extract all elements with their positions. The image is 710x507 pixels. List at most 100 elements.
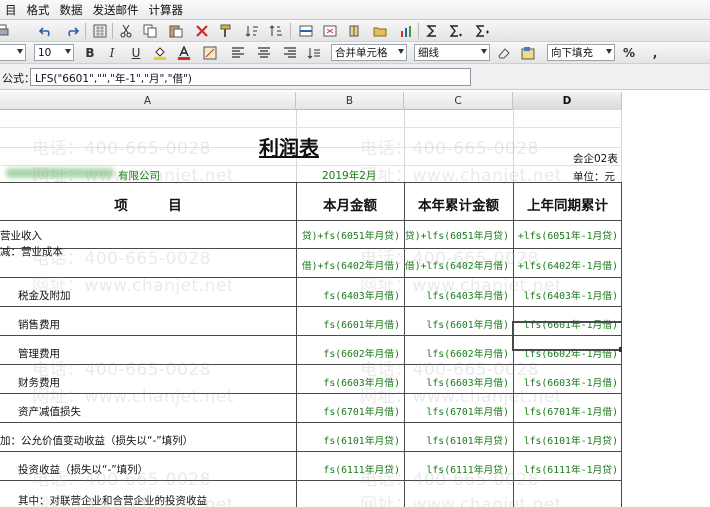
- copy-icon[interactable]: [142, 23, 158, 39]
- font-size-select[interactable]: 10: [34, 44, 74, 61]
- format-toolbar: 10 B I U 合并单元格 细线 向下填充 % ,: [0, 42, 710, 64]
- header-current-month: 本月金额: [323, 198, 377, 214]
- menu-item-data[interactable]: 数据: [55, 0, 88, 20]
- unit-label: 单位：元: [573, 171, 615, 183]
- row-month-formula[interactable]: fs(6601年月借): [296, 317, 400, 331]
- row-item: 营业收入: [0, 230, 42, 242]
- cell-style-icon[interactable]: [202, 45, 218, 61]
- row-month-formula[interactable]: fs(6101年月贷): [296, 433, 400, 447]
- align-left-icon[interactable]: [230, 45, 246, 61]
- folder-icon[interactable]: [372, 23, 388, 39]
- row-month-formula[interactable]: fs(6403年月借): [296, 288, 400, 302]
- fill-down-select[interactable]: 向下填充: [547, 44, 615, 61]
- row-item: 其中：对联营企业和合营企业的投资收益: [18, 495, 207, 507]
- font-size-value: 10: [38, 46, 52, 59]
- menu-item-calculator[interactable]: 计算器: [144, 0, 189, 20]
- delete-row-icon[interactable]: [322, 23, 338, 39]
- company-name-redaction: [6, 168, 114, 178]
- sort-icon[interactable]: [244, 23, 260, 39]
- row-ytd-formula[interactable]: 借)+lfs(6402年月借): [404, 258, 509, 272]
- selected-cell[interactable]: [512, 321, 623, 351]
- row-month-formula[interactable]: 贷)+fs(6051年月贷): [296, 228, 400, 242]
- row-prior-formula[interactable]: lfs(6403年-1月借): [513, 288, 618, 302]
- merge-cells-select[interactable]: 合并单元格: [331, 44, 407, 61]
- delete-icon[interactable]: [194, 23, 210, 39]
- row-item: 销售费用: [18, 319, 60, 331]
- row-ytd-formula[interactable]: lfs(6111年月贷): [404, 462, 509, 476]
- merge-cells-label: 合并单元格: [335, 47, 388, 59]
- print-icon[interactable]: [0, 23, 10, 39]
- row-item: 税金及附加: [18, 290, 71, 302]
- bold-icon[interactable]: B: [82, 45, 98, 61]
- calculate-icon[interactable]: [92, 23, 108, 39]
- column-header-b[interactable]: B: [296, 92, 404, 110]
- header-year-to-date: 本年累计金额: [418, 198, 499, 214]
- spreadsheet-grid[interactable]: A B C D 利润表 会企02表 单位：元 有限公司 2019年2月 项 目 …: [0, 92, 624, 507]
- cell-format-icon[interactable]: [520, 45, 536, 61]
- row-item: 财务费用: [18, 377, 60, 389]
- percent-button[interactable]: %: [621, 45, 637, 61]
- undo-icon[interactable]: [38, 23, 54, 39]
- menu-bar: 目 格式 数据 发送邮件 计算器: [0, 0, 710, 20]
- row-month-formula[interactable]: fs(6603年月借): [296, 375, 400, 389]
- row-prior-formula[interactable]: lfs(6603年-1月借): [513, 375, 618, 389]
- grid-empty-area: [622, 92, 710, 507]
- row-prior-formula[interactable]: lfs(6101年-1月贷): [513, 433, 618, 447]
- align-center-icon[interactable]: [256, 45, 272, 61]
- row-month-formula[interactable]: fs(6111年月贷): [296, 462, 400, 476]
- menu-item-format[interactable]: 格式: [22, 0, 55, 20]
- border-style-select[interactable]: 细线: [414, 44, 490, 61]
- sum-range-icon[interactable]: [474, 23, 490, 39]
- report-period: 2019年2月: [322, 170, 377, 182]
- vertical-align-icon[interactable]: [306, 45, 322, 61]
- format-painter-icon[interactable]: [218, 23, 234, 39]
- cut-icon[interactable]: [118, 23, 134, 39]
- row-ytd-formula[interactable]: lfs(6603年月借): [404, 375, 509, 389]
- fill-down-label: 向下填充: [551, 47, 593, 59]
- row-month-formula[interactable]: 借)+fs(6402年月借): [296, 258, 400, 272]
- row-prior-formula[interactable]: lfs(6701年-1月借): [513, 404, 618, 418]
- sort-desc-icon[interactable]: [268, 23, 284, 39]
- row-prior-formula[interactable]: lfs(6111年-1月贷): [513, 462, 618, 476]
- spreadsheet-app: 目 格式 数据 发送邮件 计算器 10 B I U 合并单元格 细线 向下填充 …: [0, 0, 710, 507]
- sum-all-icon[interactable]: [448, 23, 464, 39]
- header-item: 项 目: [114, 198, 182, 214]
- font-name-select[interactable]: [0, 44, 26, 61]
- border-style-label: 细线: [418, 47, 439, 59]
- row-ytd-formula[interactable]: lfs(6101年月贷): [404, 433, 509, 447]
- insert-row-icon[interactable]: [298, 23, 314, 39]
- formula-bar: 公式： LFS("6601","","年-1","月","借"): [0, 64, 710, 90]
- row-prior-formula[interactable]: +lfs(6402年-1月借): [513, 258, 618, 272]
- italic-icon[interactable]: I: [104, 45, 120, 61]
- eraser-icon[interactable]: [496, 45, 512, 61]
- formula-input[interactable]: LFS("6601","","年-1","月","借"): [30, 68, 471, 86]
- row-item: 加：公允价值变动收益（损失以“-”填列）: [0, 435, 194, 447]
- column-header-a[interactable]: A: [0, 92, 296, 110]
- form-code: 会企02表: [573, 153, 618, 165]
- row-prior-formula[interactable]: +lfs(6051年-1月贷): [513, 228, 618, 242]
- row-ytd-formula[interactable]: 贷)+lfs(6051年月贷): [404, 228, 509, 242]
- row-item: 管理费用: [18, 348, 60, 360]
- sum-icon[interactable]: [424, 23, 440, 39]
- chart-icon[interactable]: [398, 23, 414, 39]
- row-month-formula[interactable]: fs(6701年月借): [296, 404, 400, 418]
- redo-icon[interactable]: [64, 23, 80, 39]
- fill-color-icon[interactable]: [152, 45, 168, 61]
- row-ytd-formula[interactable]: lfs(6403年月借): [404, 288, 509, 302]
- column-header-d[interactable]: D: [513, 92, 622, 110]
- menu-item-send-mail[interactable]: 发送邮件: [88, 0, 144, 20]
- column-header-c[interactable]: C: [404, 92, 513, 110]
- row-ytd-formula[interactable]: lfs(6602年月借): [404, 346, 509, 360]
- row-ytd-formula[interactable]: lfs(6701年月借): [404, 404, 509, 418]
- align-right-icon[interactable]: [282, 45, 298, 61]
- insert-col-icon[interactable]: [346, 23, 362, 39]
- font-color-icon[interactable]: [176, 45, 192, 61]
- paste-icon[interactable]: [168, 23, 184, 39]
- menu-item-edit[interactable]: 目: [0, 0, 22, 20]
- row-ytd-formula[interactable]: lfs(6601年月借): [404, 317, 509, 331]
- report-title: 利润表: [259, 136, 319, 160]
- thousands-separator-button[interactable]: ,: [647, 45, 663, 61]
- underline-icon[interactable]: U: [128, 45, 144, 61]
- row-month-formula[interactable]: fs(6602年月借): [296, 346, 400, 360]
- column-headers: A B C D: [0, 92, 622, 110]
